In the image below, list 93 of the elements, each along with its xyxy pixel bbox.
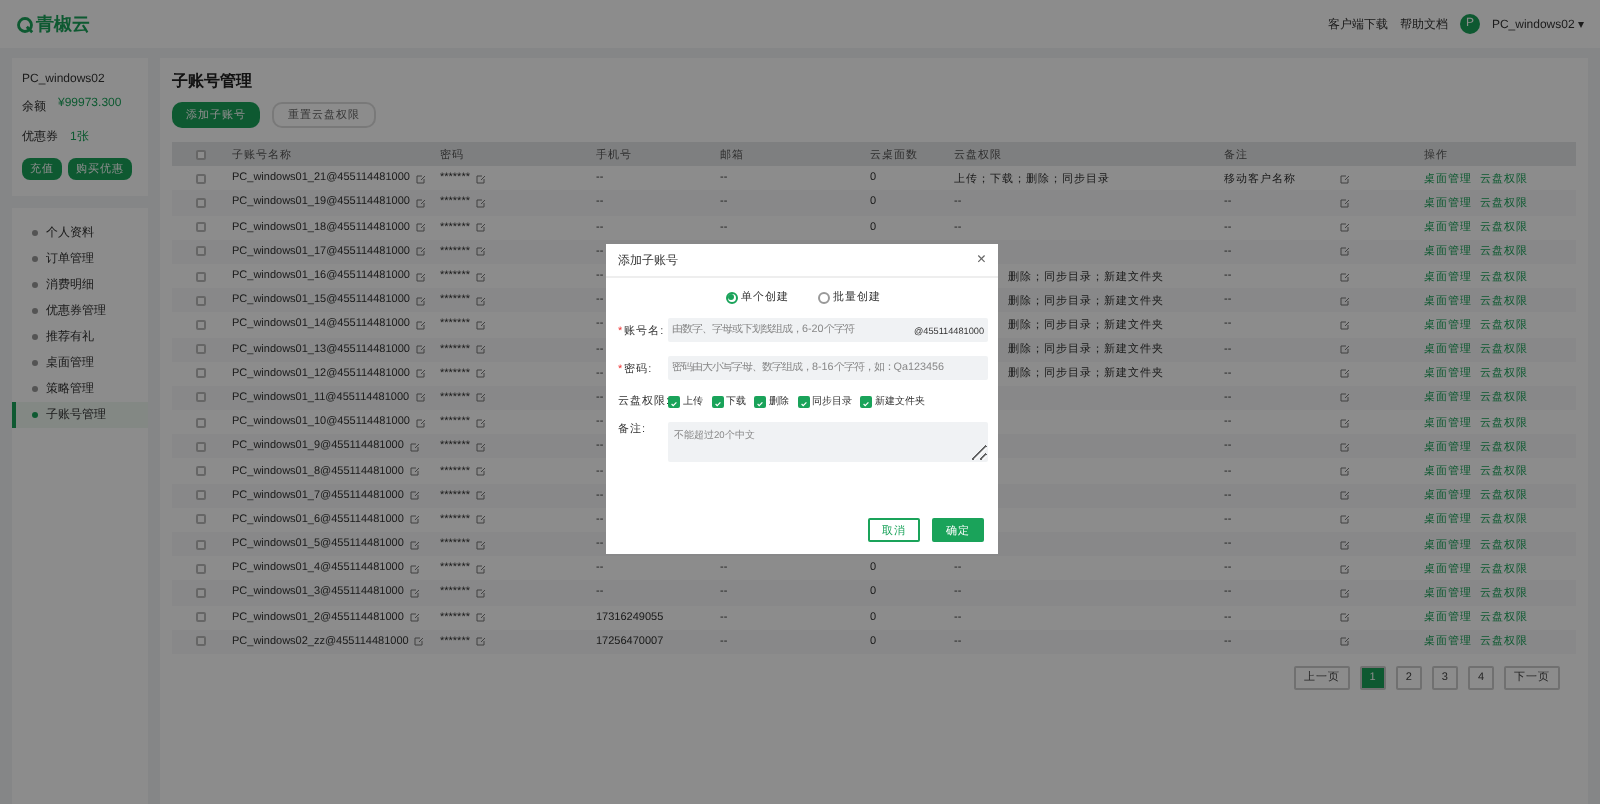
edit-icon[interactable] [415, 368, 426, 379]
edit-icon[interactable] [1340, 197, 1350, 208]
edit-icon[interactable] [1340, 587, 1350, 598]
checkbox[interactable] [196, 563, 206, 574]
edit-icon[interactable] [475, 466, 486, 477]
edit-icon[interactable] [1340, 222, 1350, 233]
checkbox[interactable] [196, 417, 206, 428]
edit-icon[interactable] [1340, 344, 1350, 355]
edit-icon[interactable] [1340, 441, 1350, 452]
logo-text: 青椒云 [36, 11, 90, 37]
checkbox[interactable] [196, 344, 206, 355]
checkbox[interactable] [196, 197, 206, 208]
edit-icon[interactable] [475, 514, 486, 525]
edit-icon[interactable] [415, 392, 426, 403]
edit-icon[interactable] [415, 417, 426, 428]
edit-icon[interactable] [475, 246, 486, 257]
edit-icon[interactable] [409, 612, 420, 623]
edit-icon[interactable] [409, 490, 420, 501]
edit-icon[interactable] [1340, 539, 1350, 550]
edit-icon[interactable] [475, 490, 486, 501]
close-button[interactable]: × [976, 252, 986, 268]
edit-icon[interactable] [1340, 417, 1350, 428]
edit-icon[interactable] [475, 197, 486, 208]
edit-icon[interactable] [409, 539, 420, 550]
edit-icon[interactable] [1340, 612, 1350, 623]
logo[interactable]: 青椒云 [16, 11, 90, 37]
checkbox[interactable] [196, 295, 206, 306]
edit-icon[interactable] [475, 319, 486, 330]
edit-icon[interactable] [475, 173, 486, 184]
edit-icon[interactable] [1340, 636, 1350, 647]
checkbox[interactable] [196, 149, 206, 160]
edit-icon[interactable] [475, 563, 486, 574]
edit-icon[interactable] [1340, 319, 1350, 330]
edit-icon[interactable] [409, 514, 420, 525]
edit-icon[interactable] [1340, 368, 1350, 379]
checkbox[interactable] [196, 514, 206, 525]
checkbox[interactable] [196, 222, 206, 233]
edit-icon[interactable] [475, 368, 486, 379]
edit-icon[interactable] [475, 392, 486, 403]
edit-icon[interactable] [1340, 173, 1350, 184]
edit-icon[interactable] [475, 271, 486, 282]
edit-icon[interactable] [1340, 514, 1350, 525]
edit-icon[interactable] [415, 246, 426, 257]
edit-icon[interactable] [415, 295, 426, 306]
edit-icon[interactable] [475, 222, 486, 233]
edit-icon[interactable] [1340, 295, 1350, 306]
checkbox[interactable] [196, 246, 206, 257]
edit-icon[interactable] [475, 295, 486, 306]
edit-icon[interactable] [415, 344, 426, 355]
edit-icon[interactable] [475, 587, 486, 598]
checkbox[interactable] [196, 173, 206, 184]
checkbox[interactable] [711, 395, 723, 407]
edit-icon[interactable] [415, 173, 426, 184]
edit-icon[interactable] [415, 222, 426, 233]
edit-icon[interactable] [475, 441, 486, 452]
checkbox[interactable] [196, 392, 206, 403]
edit-icon[interactable] [415, 319, 426, 330]
checkbox[interactable] [196, 441, 206, 452]
checkbox[interactable] [196, 490, 206, 501]
edit-icon[interactable] [475, 417, 486, 428]
checkbox[interactable] [196, 368, 206, 379]
edit-icon[interactable] [409, 441, 420, 452]
radio[interactable] [725, 291, 737, 303]
page-title: 子账号管理 [172, 70, 254, 92]
edit-icon[interactable] [409, 466, 420, 477]
edit-icon[interactable] [414, 636, 425, 647]
checkbox[interactable] [196, 539, 206, 550]
edit-icon[interactable] [415, 197, 426, 208]
edit-icon[interactable] [1340, 563, 1350, 574]
edit-icon[interactable] [1340, 246, 1350, 257]
edit-icon[interactable] [1340, 271, 1350, 282]
logo-icon [16, 15, 34, 33]
edit-icon[interactable] [409, 587, 420, 598]
edit-icon[interactable] [475, 612, 486, 623]
checkbox[interactable] [196, 587, 206, 598]
checkbox[interactable] [196, 612, 206, 623]
checkbox[interactable] [196, 636, 206, 647]
edit-icon[interactable] [475, 539, 486, 550]
checkbox[interactable] [754, 395, 766, 407]
edit-icon[interactable] [415, 271, 426, 282]
checkbox[interactable] [860, 395, 872, 407]
checkbox[interactable] [196, 271, 206, 282]
edit-icon[interactable] [1340, 490, 1350, 501]
edit-icon[interactable] [1340, 392, 1350, 403]
edit-icon[interactable] [475, 344, 486, 355]
checkbox[interactable] [196, 319, 206, 330]
radio[interactable] [817, 291, 829, 303]
checkbox[interactable] [668, 395, 680, 407]
edit-icon[interactable] [1340, 466, 1350, 477]
checkbox[interactable] [797, 395, 809, 407]
edit-icon[interactable] [409, 563, 420, 574]
edit-icon[interactable] [475, 636, 486, 647]
checkbox[interactable] [196, 466, 206, 477]
